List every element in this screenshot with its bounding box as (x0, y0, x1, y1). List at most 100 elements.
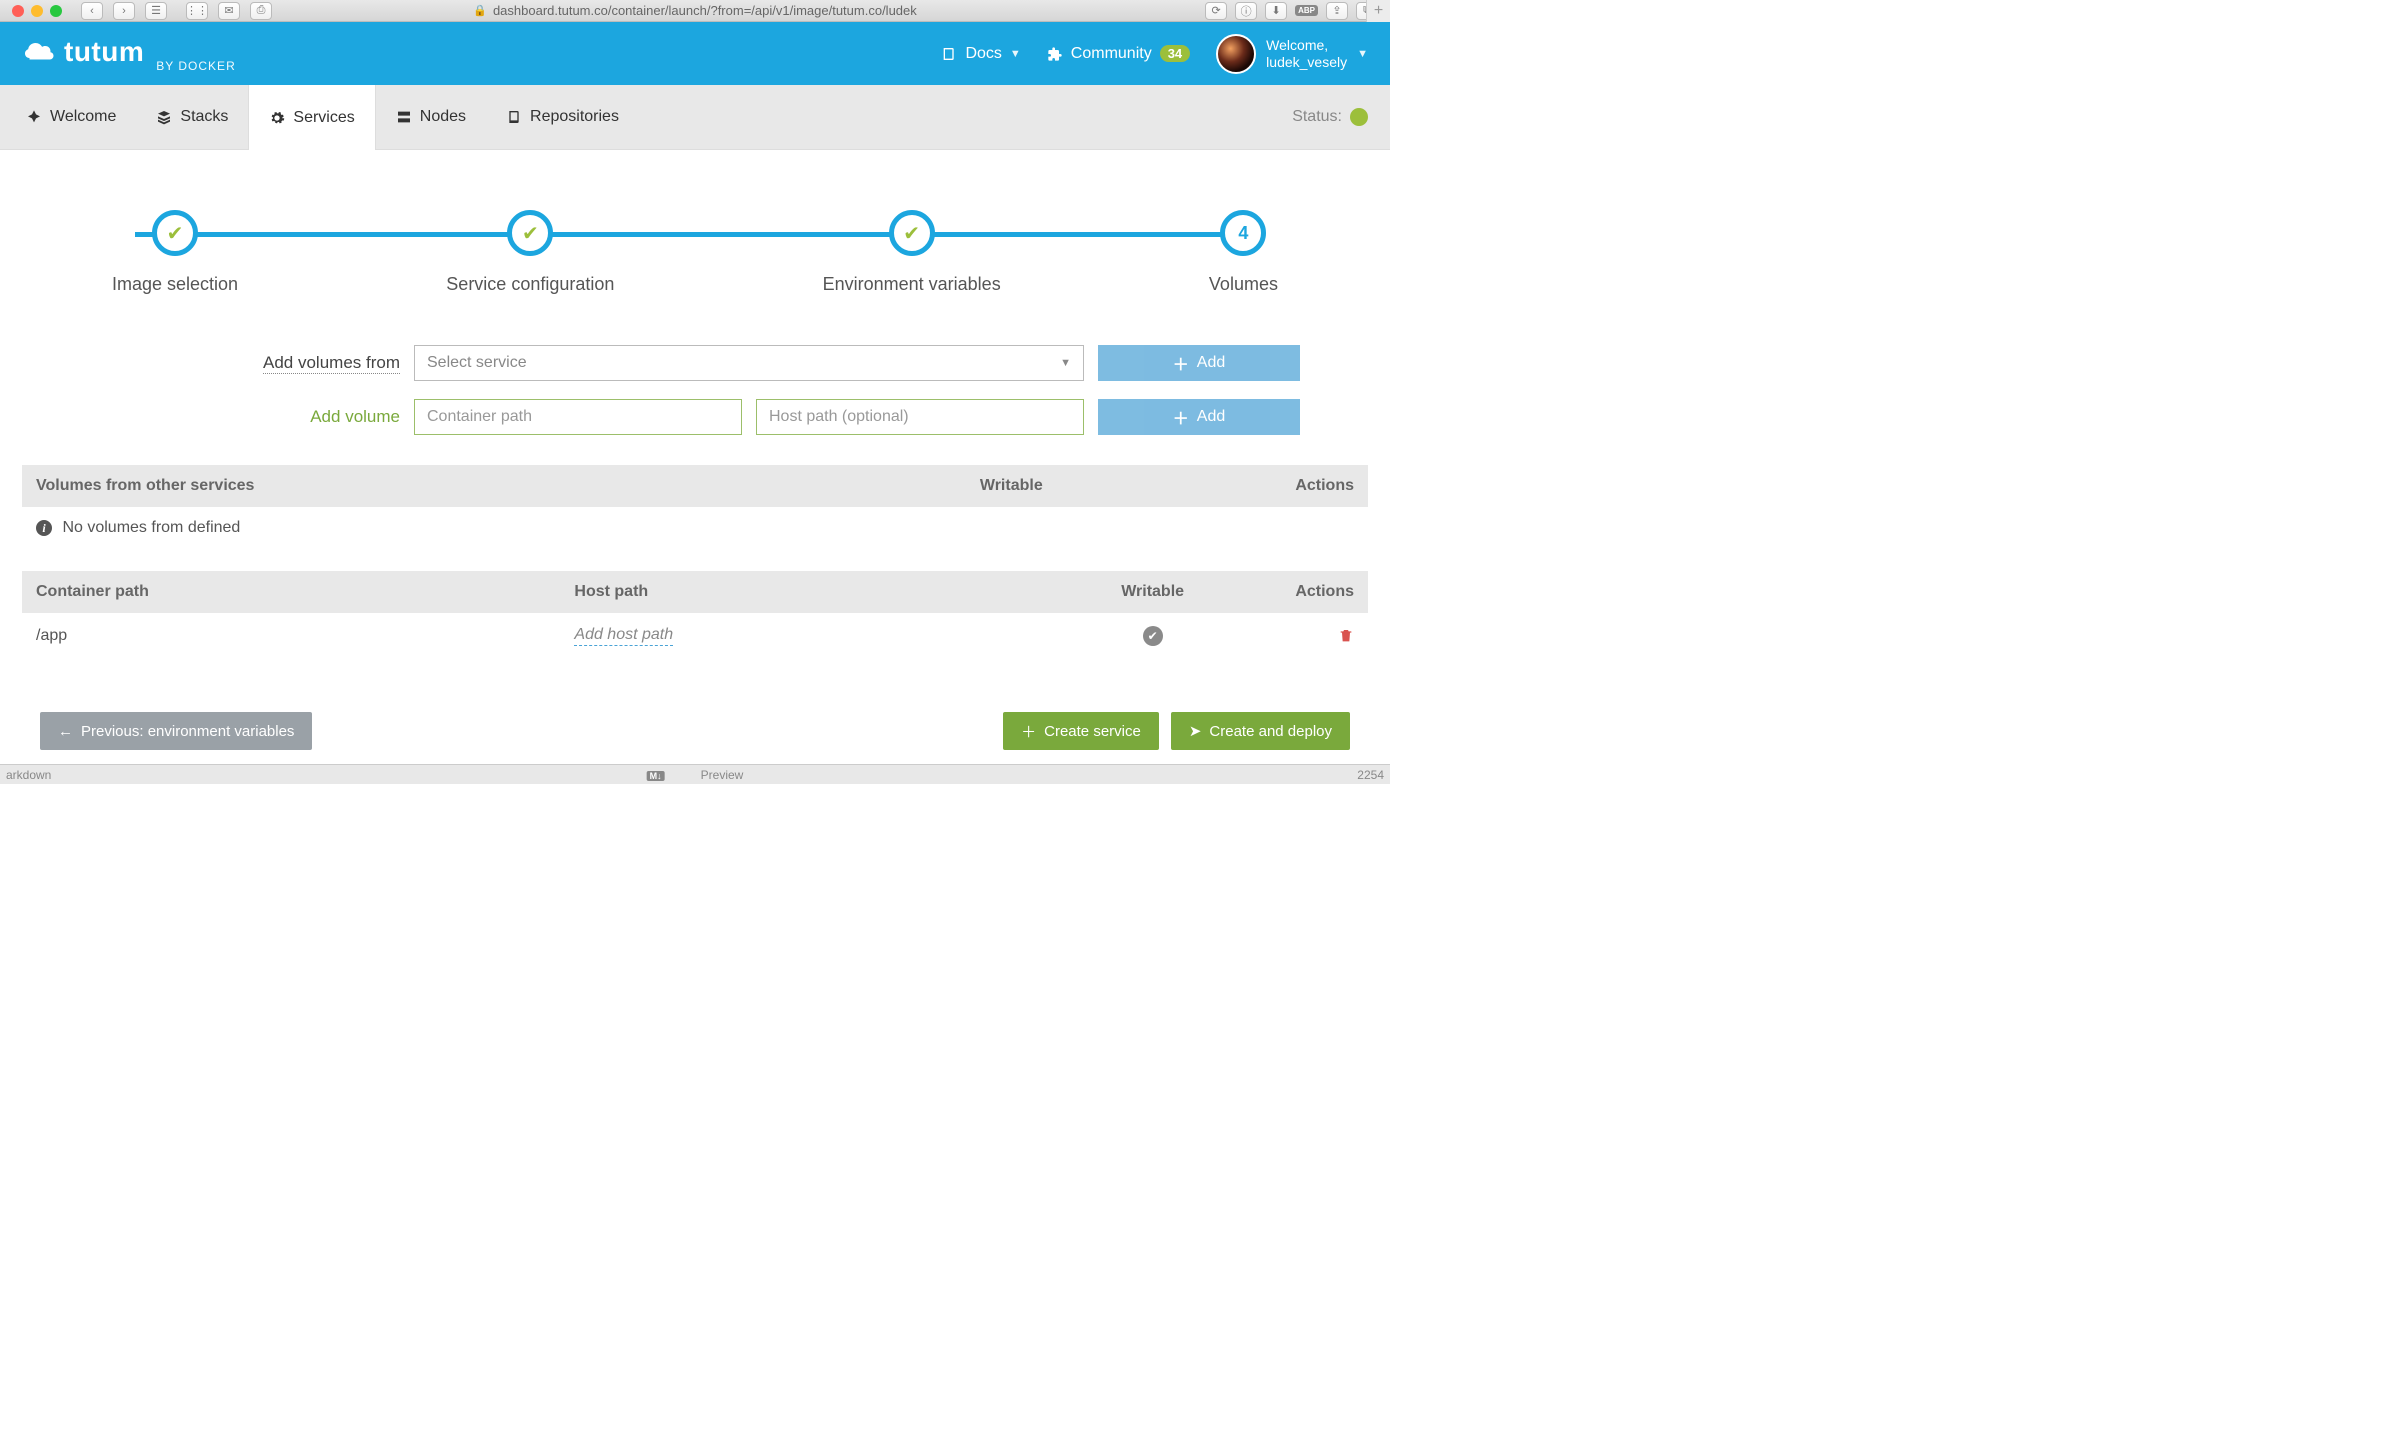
wizard-footer: ← Previous: environment variables ＋ Crea… (0, 698, 1390, 764)
tutum-logo-icon (22, 34, 58, 70)
browser-chrome: ‹ › ☰ ⋮⋮ ✉ ⎙ 🔒 dashboard.tutum.co/contai… (0, 0, 1390, 22)
downloads-button[interactable]: ⬇ (1265, 2, 1287, 20)
step-image-selection[interactable]: ✔ Image selection (112, 210, 238, 295)
delete-button[interactable] (1338, 625, 1354, 645)
check-icon: ✔ (507, 210, 553, 256)
col-actions: Actions (1233, 571, 1368, 613)
add-volumes-from-button[interactable]: ＋ Add (1098, 345, 1300, 381)
step-label: Volumes (1209, 274, 1278, 295)
puzzle-icon (1047, 46, 1063, 62)
community-label: Community (1071, 45, 1152, 63)
writable-toggle[interactable]: ✔ (1143, 626, 1163, 646)
stack-icon (156, 109, 172, 125)
add-volume-button[interactable]: ＋ Add (1098, 399, 1300, 435)
select-placeholder: Select service (427, 354, 527, 372)
host-path-input[interactable] (756, 399, 1084, 435)
mail-button[interactable]: ✉ (218, 2, 240, 20)
editor-status-bar: arkdown M↓ Preview 2254 (0, 764, 1390, 784)
tab-services[interactable]: Services (248, 85, 375, 150)
tab-welcome-label: Welcome (50, 108, 116, 126)
check-icon: ✔ (152, 210, 198, 256)
brand[interactable]: tutum BY DOCKER (22, 34, 236, 73)
add-volume-label: Add volume (310, 407, 400, 426)
user-menu[interactable]: Welcome, ludek_vesely ▼ (1216, 34, 1368, 74)
plus-icon: ＋ (1021, 721, 1036, 742)
gears-icon (269, 110, 285, 126)
previous-button[interactable]: ← Previous: environment variables (40, 712, 312, 750)
empty-text: No volumes from defined (62, 519, 240, 536)
reader-button[interactable]: ⓘ (1235, 2, 1257, 20)
caret-down-icon: ▼ (1010, 48, 1021, 60)
tab-nodes-label: Nodes (420, 108, 466, 126)
window-zoom-icon[interactable] (50, 5, 62, 17)
back-button[interactable]: ‹ (81, 2, 103, 20)
tab-services-label: Services (293, 109, 354, 127)
container-path-input[interactable] (414, 399, 742, 435)
table-row: /app Add host path ✔ (22, 613, 1368, 658)
wizard-stepper: ✔ Image selection ✔ Service configuratio… (112, 210, 1278, 295)
rocket-icon (26, 109, 42, 125)
col-container-path: Container path (22, 571, 560, 613)
share-button[interactable]: ⇪ (1326, 2, 1348, 20)
nav-tabs: Welcome Stacks Services Nodes Repositori… (0, 85, 1390, 150)
tab-stacks-label: Stacks (180, 108, 228, 126)
add-host-path-link[interactable]: Add host path (574, 626, 673, 646)
status-left: arkdown (6, 768, 51, 782)
tab-nodes[interactable]: Nodes (376, 85, 486, 149)
sidebar-button[interactable]: ☰ (145, 2, 167, 20)
tab-welcome[interactable]: Welcome (6, 85, 136, 149)
step-volumes[interactable]: 4 Volumes (1209, 210, 1278, 295)
previous-label: Previous: environment variables (81, 723, 294, 740)
create-service-label: Create service (1044, 723, 1141, 740)
arrow-left-icon: ← (58, 723, 73, 740)
brand-byline: BY DOCKER (156, 59, 235, 73)
window-close-icon[interactable] (12, 5, 24, 17)
markdown-badge-icon: M↓ (647, 771, 665, 781)
url-bar[interactable]: 🔒 dashboard.tutum.co/container/launch/?f… (473, 3, 917, 18)
create-service-button[interactable]: ＋ Create service (1003, 712, 1159, 750)
abp-icon[interactable]: ABP (1295, 5, 1318, 16)
caret-down-icon: ▼ (1060, 357, 1071, 369)
status-preview[interactable]: Preview (701, 768, 744, 782)
book-icon (506, 109, 522, 125)
select-service-dropdown[interactable]: Select service ▼ (414, 345, 1084, 381)
empty-row: i No volumes from defined (22, 507, 1368, 549)
lock-icon: 🔒 (473, 4, 487, 17)
plus-icon: ＋ (1173, 351, 1189, 375)
step-line (135, 232, 1255, 237)
volumes-from-table: Volumes from other services Writable Act… (22, 465, 1368, 549)
step-label: Service configuration (446, 274, 614, 295)
tab-repositories[interactable]: Repositories (486, 85, 639, 149)
url-text: dashboard.tutum.co/container/launch/?fro… (493, 3, 917, 18)
col-writable: Writable (897, 465, 1126, 507)
docs-link[interactable]: Docs ▼ (941, 45, 1020, 63)
username: ludek_vesely (1266, 54, 1347, 71)
forward-button[interactable]: › (113, 2, 135, 20)
server-icon (396, 109, 412, 125)
community-link[interactable]: Community 34 (1047, 45, 1190, 63)
window-minimize-icon[interactable] (31, 5, 43, 17)
plus-icon: ＋ (1173, 405, 1189, 429)
status-label: Status: (1292, 108, 1342, 126)
info-icon: i (36, 520, 52, 536)
step-label: Environment variables (823, 274, 1001, 295)
tab-stacks[interactable]: Stacks (136, 85, 248, 149)
step-service-configuration[interactable]: ✔ Service configuration (446, 210, 614, 295)
col-writable: Writable (1072, 571, 1234, 613)
step-environment-variables[interactable]: ✔ Environment variables (823, 210, 1001, 295)
add-volumes-from-label: Add volumes from (263, 353, 400, 374)
check-icon: ✔ (889, 210, 935, 256)
new-tab-button[interactable]: + (1366, 0, 1390, 22)
col-actions: Actions (1126, 465, 1368, 507)
col-volumes-from: Volumes from other services (22, 465, 897, 507)
tab-repositories-label: Repositories (530, 108, 619, 126)
community-badge: 34 (1160, 45, 1190, 62)
trash-icon (1338, 628, 1354, 644)
create-and-deploy-button[interactable]: ➤ Create and deploy (1171, 712, 1350, 750)
print-button[interactable]: ⎙ (250, 2, 272, 20)
docs-label: Docs (965, 45, 1001, 63)
brand-name: tutum (64, 36, 144, 68)
rocket-icon: ➤ (1189, 722, 1202, 740)
apps-button[interactable]: ⋮⋮ (186, 2, 208, 20)
reload-button[interactable]: ⟳ (1205, 2, 1227, 20)
